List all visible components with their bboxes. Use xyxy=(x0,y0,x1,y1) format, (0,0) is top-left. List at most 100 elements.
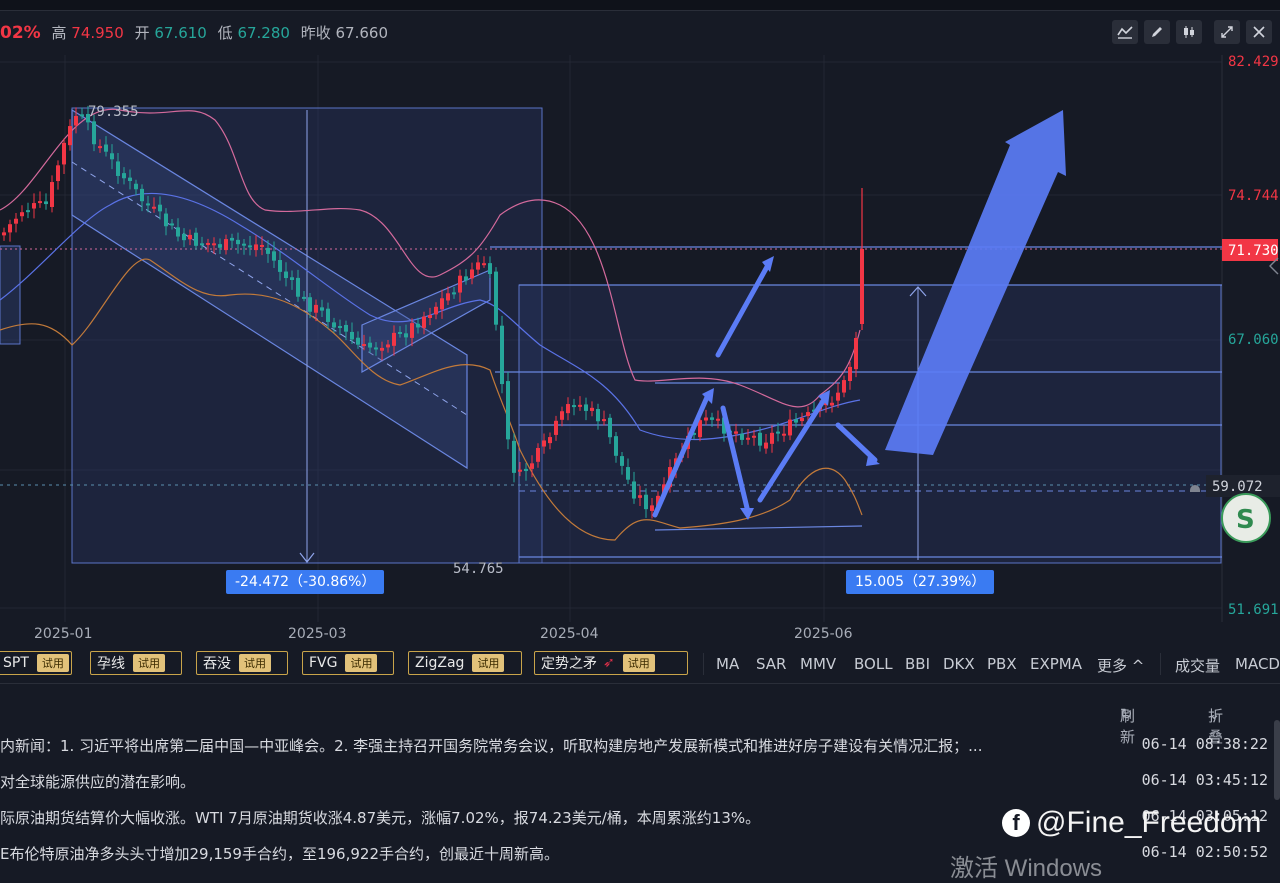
candle-body xyxy=(590,407,594,411)
candle-body xyxy=(644,494,648,510)
news-time: 06-14 08:38:22 xyxy=(1141,735,1268,753)
indicator-dkx[interactable]: DKX xyxy=(943,655,975,673)
candle-body xyxy=(152,206,156,209)
pill-dingshi[interactable]: 定势之矛 ➶ 试用 xyxy=(534,651,688,675)
news-header: ↻ 刷新 ⌄ 折叠 xyxy=(1120,705,1224,746)
candle-body xyxy=(98,146,102,149)
candlestick-chart[interactable]: 82.429 74.744 71.730 67.060 59.072 51.69… xyxy=(0,0,1280,645)
candle-body xyxy=(206,242,210,245)
candle-body xyxy=(704,417,708,421)
candle-body xyxy=(470,269,474,279)
candle-body xyxy=(482,263,486,266)
price-axis-top: 82.429 xyxy=(1228,54,1279,70)
candle-body xyxy=(518,469,522,472)
candle-body xyxy=(266,247,270,254)
candle-body xyxy=(854,337,858,370)
candle-body xyxy=(344,324,348,332)
candle-body xyxy=(242,243,246,246)
candle-body xyxy=(698,420,702,438)
app-logo-glyph: S xyxy=(1236,505,1255,535)
candle-body xyxy=(230,237,234,241)
bar-divider xyxy=(703,653,704,675)
candle-body xyxy=(338,326,342,329)
candle-body xyxy=(776,431,780,434)
indicator-pbx[interactable]: PBX xyxy=(987,655,1017,673)
candle-body xyxy=(188,234,192,240)
pill-zigzag[interactable]: ZigZag 试用 xyxy=(408,651,522,675)
candle-body xyxy=(770,432,774,444)
candle-body xyxy=(380,347,384,351)
author-watermark: f @Fine_Freedom xyxy=(1002,806,1262,840)
candle-body xyxy=(140,188,144,202)
candle-body xyxy=(560,411,564,420)
candle-body xyxy=(638,495,642,498)
candle-body xyxy=(122,173,126,179)
candle-body xyxy=(110,153,114,160)
news-item[interactable]: 内新闻：1. 习近平将出席第二届中国—中亚峰会。2. 李强主持召开国务院常务会议… xyxy=(0,726,1280,762)
candle-body xyxy=(428,315,432,318)
indicator-macd[interactable]: MACD xyxy=(1235,655,1280,673)
candle-body xyxy=(2,232,6,236)
candle-body xyxy=(452,292,456,295)
candle-body xyxy=(398,331,402,334)
candle-body xyxy=(524,468,528,472)
candle-body xyxy=(14,218,18,224)
candle-body xyxy=(620,456,624,466)
candle-body xyxy=(194,232,198,246)
facebook-icon: f xyxy=(1002,809,1030,837)
candle-body xyxy=(542,440,546,447)
indicator-bar: SPT 试用 孕线 试用 吞没 试用 FVG 试用 ZigZag 试用 定势之矛 ➶ 试用 M… xyxy=(0,645,1280,684)
pill-fvg[interactable]: FVG 试用 xyxy=(302,651,394,675)
candle-body xyxy=(26,210,30,213)
peak-label: 79.355 xyxy=(88,104,139,120)
candle-body xyxy=(716,418,720,421)
trough-label: 54.765 xyxy=(453,561,504,577)
windows-activation-watermark: 激活 Windows xyxy=(950,855,1103,882)
candle-body xyxy=(80,114,84,117)
candle-body xyxy=(608,417,612,438)
candle-body xyxy=(368,342,372,348)
pill-yunxian[interactable]: 孕线 试用 xyxy=(90,651,182,675)
candle-body xyxy=(512,440,516,473)
indicator-mmv[interactable]: MMV xyxy=(800,655,836,673)
candle-body xyxy=(434,306,438,315)
candle-body xyxy=(92,121,96,145)
candle-body xyxy=(134,183,138,190)
candle-body xyxy=(116,161,120,176)
candle-body xyxy=(212,243,216,246)
candle-body xyxy=(806,412,810,417)
indicator-more[interactable]: 更多 ^ xyxy=(1097,655,1144,676)
candle-body xyxy=(272,251,276,261)
news-item[interactable]: 对全球能源供应的潜在影响。 06-14 03:45:12 xyxy=(0,762,1280,798)
pill-tunmo[interactable]: 吞没 试用 xyxy=(196,651,288,675)
candle-body xyxy=(224,239,228,251)
candle-body xyxy=(584,404,588,411)
news-text: E布伦特原油净多头头寸增加29,159手合约，至196,922手合约，创最近十周… xyxy=(0,845,559,863)
candle-body xyxy=(290,277,294,280)
spear-icon: ➶ xyxy=(603,655,615,671)
candle-body xyxy=(764,442,768,449)
candle-body xyxy=(32,203,36,209)
candle-body xyxy=(146,203,150,206)
candle-body xyxy=(626,467,630,480)
indicator-volume[interactable]: 成交量 xyxy=(1175,655,1220,676)
candle-body xyxy=(578,404,582,407)
indicator-ma[interactable]: MA xyxy=(716,655,739,673)
candle-body xyxy=(8,224,12,233)
candle-body xyxy=(56,165,60,182)
candle-body xyxy=(530,463,534,469)
measure-up-tag: 15.005（27.39%） xyxy=(846,570,995,594)
candle-body xyxy=(260,244,264,247)
pill-spt[interactable]: SPT 试用 xyxy=(0,651,72,675)
indicator-bbi[interactable]: BBI xyxy=(905,655,930,673)
candle-body xyxy=(236,239,240,245)
news-time: 06-14 02:50:52 xyxy=(1141,843,1268,861)
candle-body xyxy=(68,126,72,146)
candle-body xyxy=(842,380,846,393)
candle-body xyxy=(392,332,396,346)
indicator-sar[interactable]: SAR xyxy=(756,655,786,673)
news-scrollbar[interactable] xyxy=(1274,720,1280,800)
indicator-boll[interactable]: BOLL xyxy=(854,655,893,673)
candle-body xyxy=(62,142,66,165)
indicator-expma[interactable]: EXPMA xyxy=(1030,655,1082,673)
